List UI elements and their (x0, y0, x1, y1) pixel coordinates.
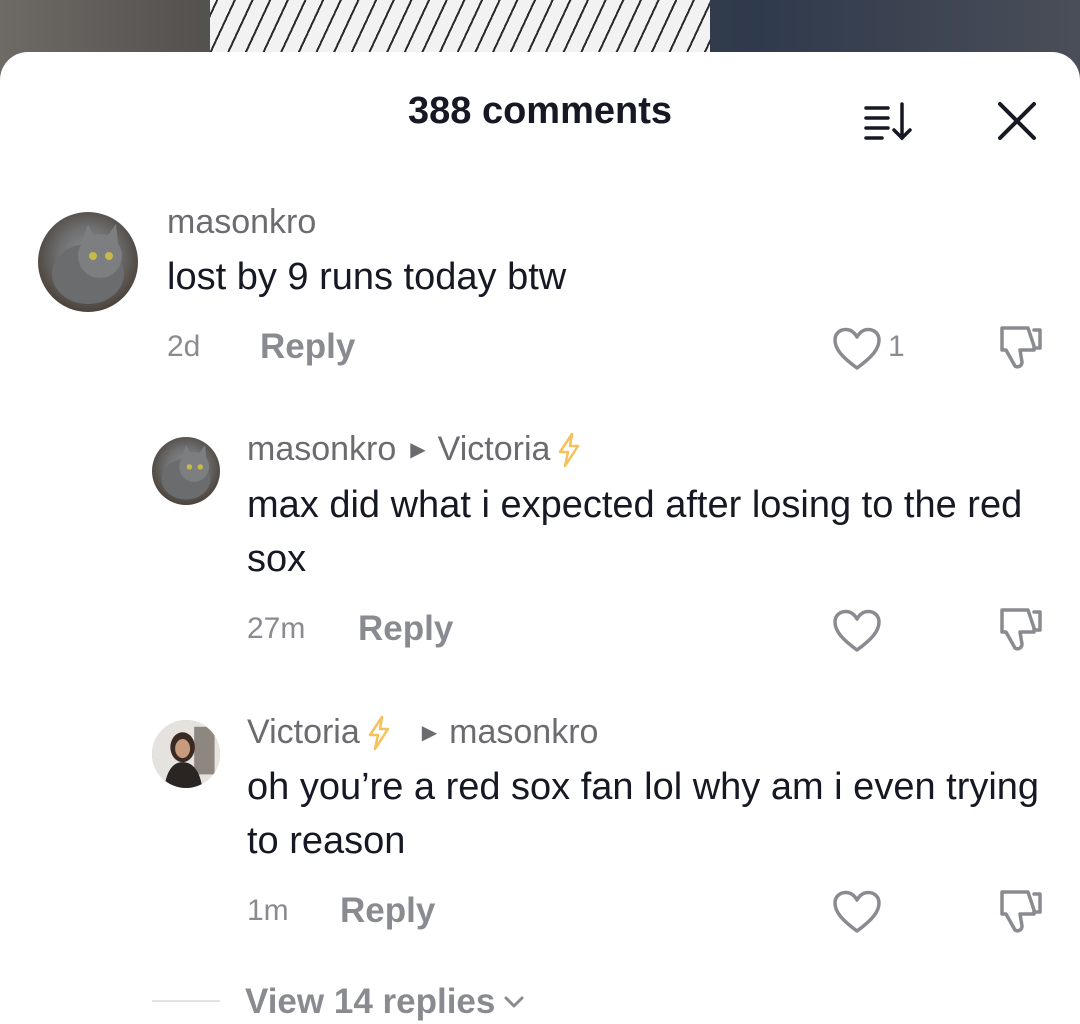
comment-text: oh you’re a red sox fan lol why am i eve… (247, 766, 1040, 862)
cat-avatar-image (52, 224, 124, 304)
comment-time: 2d (167, 330, 201, 363)
heart-icon[interactable] (832, 609, 882, 653)
reply-arrow-icon: ▶ (421, 722, 438, 744)
reply-button[interactable]: Reply (358, 609, 453, 649)
avatar[interactable] (38, 212, 138, 312)
dislike-icon[interactable] (994, 322, 1044, 372)
avatar[interactable] (152, 437, 220, 505)
heart-icon[interactable] (832, 890, 882, 934)
sort-icon[interactable] (860, 98, 916, 142)
comment-time: 27m (247, 612, 306, 645)
chevron-down-icon (504, 996, 524, 1008)
comment-time: 1m (247, 894, 289, 927)
reply-to-username[interactable]: masonkro (449, 713, 598, 752)
comment-username[interactable]: masonkro ▶ Victoria (247, 430, 582, 469)
reply-arrow-icon: ▶ (410, 439, 426, 461)
heart-icon[interactable] (832, 327, 882, 371)
view-replies-label[interactable]: View 14 replies (245, 982, 495, 1022)
reply-to-username[interactable]: Victoria (438, 430, 551, 469)
comment-username[interactable]: masonkro (167, 203, 316, 242)
view-replies-button[interactable]: View 14 replies (245, 982, 525, 1022)
lightning-badge-icon (368, 715, 390, 750)
cat-avatar-image (161, 445, 211, 500)
person-avatar-image (152, 720, 220, 788)
like-count: 1 (888, 330, 905, 363)
username-text[interactable]: Victoria (247, 713, 360, 752)
dislike-icon[interactable] (994, 604, 1044, 654)
reply-button[interactable]: Reply (260, 327, 355, 367)
reply-button[interactable]: Reply (340, 891, 435, 931)
username-text[interactable]: masonkro (247, 430, 396, 469)
comment-text: lost by 9 runs today btw (167, 256, 567, 298)
replies-divider (152, 1000, 220, 1002)
lightning-badge-icon (559, 432, 580, 467)
comment-text: max did what i expected after losing to … (247, 484, 1023, 580)
avatar[interactable] (152, 720, 220, 788)
comments-count-title: 388 comments (407, 90, 672, 132)
comment-username[interactable]: Victoria ▶ masonkro (247, 713, 598, 752)
username-text[interactable]: masonkro (167, 203, 316, 242)
close-icon[interactable] (994, 98, 1040, 144)
dislike-icon[interactable] (994, 886, 1044, 936)
